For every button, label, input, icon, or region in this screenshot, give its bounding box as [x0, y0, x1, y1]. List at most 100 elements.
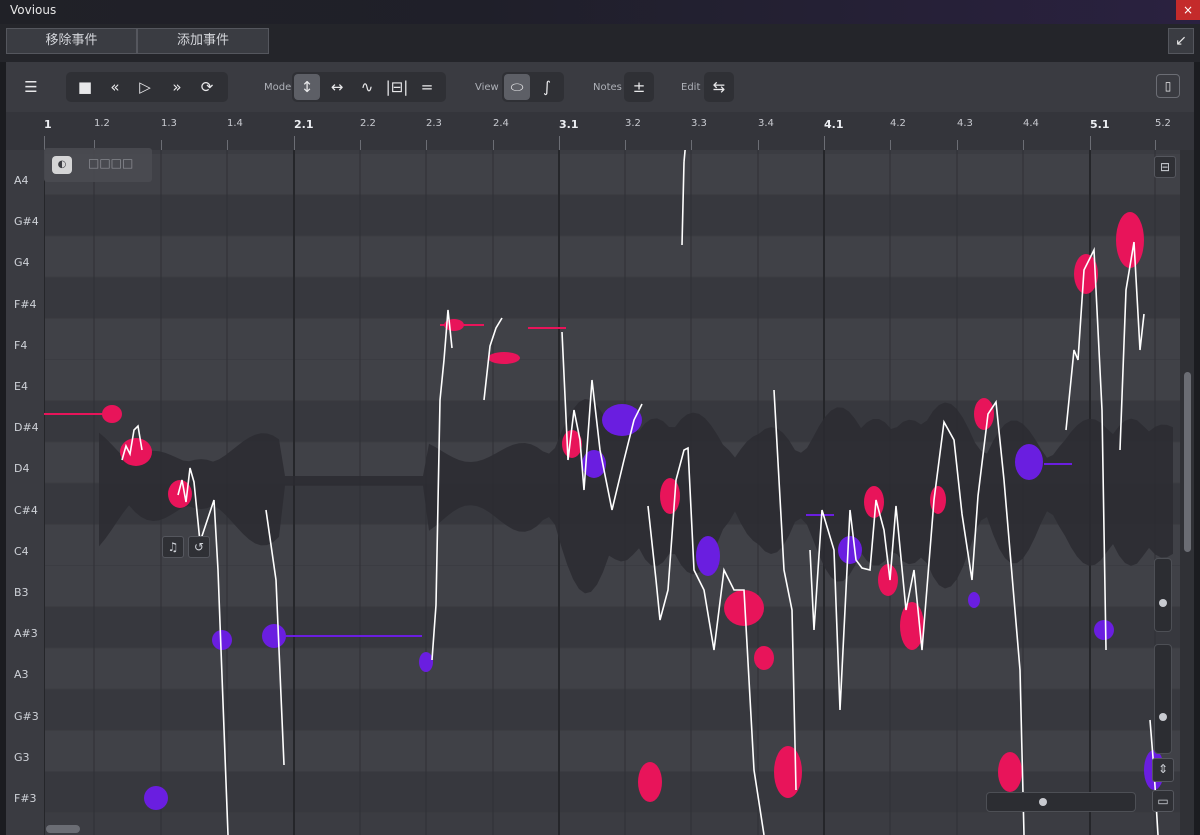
ruler-tick-label: 1.4: [227, 118, 243, 129]
pitch-row: [44, 648, 1180, 689]
piano-key-label[interactable]: B3: [14, 586, 29, 599]
note-blob[interactable]: [754, 646, 774, 670]
view-label: View: [475, 82, 499, 93]
vertical-zoom-slider[interactable]: [1154, 558, 1172, 632]
vertical-scrollbar[interactable]: [1180, 150, 1194, 835]
range-tool-icon[interactable]: |⊟|: [384, 74, 410, 100]
piano-key-label[interactable]: D4: [14, 462, 29, 475]
swap-icon[interactable]: ⇆: [706, 74, 732, 100]
loop-icon[interactable]: ⟳: [194, 74, 220, 100]
note-blob[interactable]: [774, 746, 802, 798]
note-blob[interactable]: [660, 478, 680, 514]
note-blob[interactable]: [1094, 620, 1114, 640]
ruler-tick-line: [493, 140, 494, 150]
updown-icon[interactable]: ⇕: [1152, 758, 1174, 782]
side-panel-icon[interactable]: ▯: [1156, 74, 1180, 98]
ruler-tick-line: [957, 140, 958, 150]
piano-key-label[interactable]: A#3: [14, 627, 38, 640]
piano-key-label[interactable]: G#4: [14, 215, 39, 228]
time-horizontal-icon[interactable]: ↔: [324, 74, 350, 100]
pitch-row: [44, 277, 1180, 318]
event-bar: 移除事件 添加事件 ↙: [0, 24, 1200, 62]
pitch-row: [44, 236, 1180, 277]
piano-key-label[interactable]: C#4: [14, 504, 38, 517]
note-blob[interactable]: [488, 352, 520, 364]
vertical-scroll-knob[interactable]: [1159, 713, 1167, 721]
note-blob[interactable]: [696, 536, 720, 576]
piano-key-label[interactable]: G3: [14, 751, 30, 764]
piano-key-label[interactable]: F#4: [14, 298, 37, 311]
play-icon[interactable]: ▷: [132, 74, 158, 100]
reset-icon[interactable]: ↺: [188, 536, 210, 558]
ruler-tick-label: 2.4: [493, 118, 509, 129]
note-blob[interactable]: [1015, 444, 1043, 480]
remove-event-button[interactable]: 移除事件: [6, 28, 137, 54]
note-blob[interactable]: [212, 630, 232, 650]
headphones-icon[interactable]: ♫: [162, 536, 184, 558]
note-blob[interactable]: [602, 404, 642, 436]
equal-icon[interactable]: =: [414, 74, 440, 100]
piano-key-label[interactable]: E4: [14, 380, 28, 393]
ruler-tick-line: [227, 140, 228, 150]
piano-key-label[interactable]: F#3: [14, 792, 37, 805]
piano-key-label[interactable]: A3: [14, 668, 29, 681]
ruler-tick-line: [1090, 136, 1091, 150]
piano-key-label[interactable]: G#3: [14, 710, 39, 723]
vertical-zoom-knob[interactable]: [1159, 599, 1167, 607]
vertical-scroll-slider[interactable]: [1154, 644, 1172, 754]
ruler-tick-line: [426, 140, 427, 150]
horizontal-scroll-thumb[interactable]: [46, 825, 80, 833]
vertical-scroll-thumb[interactable]: [1184, 372, 1191, 552]
add-event-button[interactable]: 添加事件: [137, 28, 269, 54]
pitch-vertical-icon[interactable]: ↕: [294, 74, 320, 100]
notes-label: Notes: [593, 82, 622, 93]
horizontal-zoom-knob[interactable]: [1039, 798, 1047, 806]
hamburger-icon[interactable]: ☰: [18, 74, 44, 100]
ruler-tick-label: 3.3: [691, 118, 707, 129]
ruler-tick-label: 2.3: [426, 118, 442, 129]
note-blob[interactable]: [930, 486, 946, 514]
piano-key-label[interactable]: D#4: [14, 421, 39, 434]
piano-key-label[interactable]: A4: [14, 174, 29, 187]
curve-view-icon[interactable]: ∫: [534, 74, 560, 100]
plus-minus-icon[interactable]: ±: [626, 74, 652, 100]
note-blob[interactable]: [974, 398, 994, 430]
note-grid-canvas[interactable]: [44, 150, 1180, 835]
pitch-row: [44, 154, 1180, 195]
horizontal-zoom-slider[interactable]: [986, 792, 1136, 812]
bottom-panel-icon[interactable]: ▭: [1152, 790, 1174, 812]
ruler-tick-label: 5.2: [1155, 118, 1171, 129]
edit-label: Edit: [681, 82, 701, 93]
note-blob[interactable]: [419, 652, 433, 672]
note-icon: ◐: [52, 156, 72, 174]
note-blob[interactable]: [998, 752, 1022, 792]
ruler-tick-label: 1.3: [161, 118, 177, 129]
note-blob[interactable]: [144, 786, 168, 810]
rewind-icon[interactable]: «: [102, 74, 128, 100]
timeline-ruler[interactable]: 1 1.2 1.3 1.4 2.1 2.2 2.3 2.4 3.1 3.2 3.3 3.4 4.1 4.2…: [6, 112, 1194, 150]
piano-key-label[interactable]: F4: [14, 339, 27, 352]
ruler-tick-line: [890, 140, 891, 150]
fast-forward-icon[interactable]: »: [164, 74, 190, 100]
close-button[interactable]: ×: [1176, 0, 1200, 20]
pitch-row: [44, 689, 1180, 730]
note-blob[interactable]: [864, 486, 884, 518]
piano-key-label[interactable]: G4: [14, 256, 30, 269]
piano-key-label[interactable]: C4: [14, 545, 29, 558]
toolbar: ☰ ■ « ▷ » ⟳ Mode ↕ ↔ ∿ |⊟| = View ⬭ ∫ No…: [6, 62, 1194, 112]
curve-tool-icon[interactable]: ∿: [354, 74, 380, 100]
blob-view-icon[interactable]: ⬭: [504, 74, 530, 100]
note-blob[interactable]: [1116, 212, 1144, 268]
stop-icon[interactable]: ■: [72, 74, 98, 100]
mode-label: Mode: [264, 82, 292, 93]
ruler-tick-label: 1: [44, 118, 52, 131]
fit-view-icon[interactable]: ⊟: [1154, 156, 1176, 178]
arrow-down-left-icon[interactable]: ↙: [1168, 28, 1194, 54]
note-grid[interactable]: [44, 150, 1180, 835]
note-blob[interactable]: [968, 592, 980, 608]
mode-group: ↕ ↔ ∿ |⊟| =: [292, 72, 446, 102]
note-blob[interactable]: [838, 536, 862, 564]
note-blob[interactable]: [638, 762, 662, 802]
ruler-tick-label: 3.1: [559, 118, 579, 131]
track-tag[interactable]: ◐ □□□□: [44, 148, 152, 182]
